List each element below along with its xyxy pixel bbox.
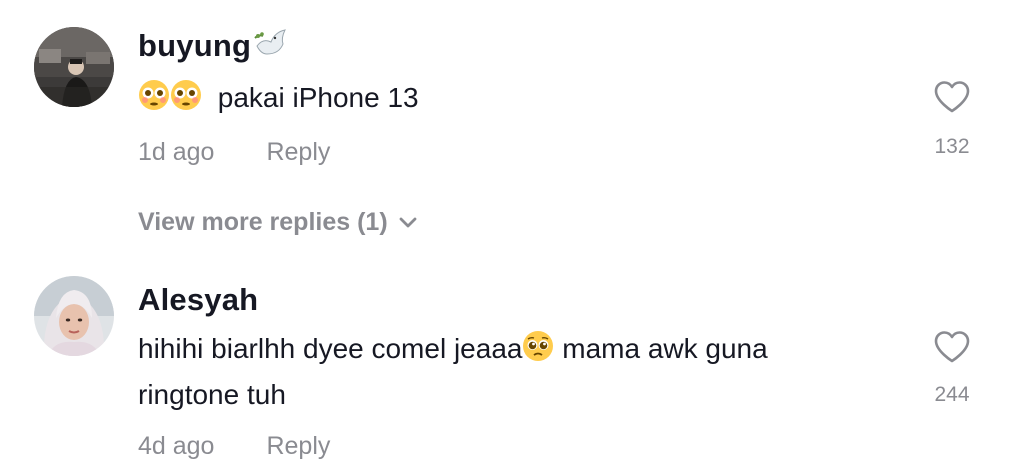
comment-line-1: hihihi biarlhh dyee comel jeaaa mama awk… xyxy=(138,328,898,374)
heart-icon[interactable] xyxy=(912,330,992,369)
view-more-replies-label: View more replies (1) xyxy=(138,208,388,236)
comment-meta: 1d ago Reply xyxy=(138,138,330,167)
avatar[interactable] xyxy=(34,27,114,107)
like-count: 244 xyxy=(934,383,970,406)
chevron-down-icon xyxy=(388,208,418,236)
comment-body-part-1: hihihi biarlhh dyee comel jeaaa xyxy=(138,333,523,364)
view-more-replies-button[interactable]: View more replies (1) xyxy=(138,208,418,237)
like-group: 132 xyxy=(912,80,992,159)
flushed-face-emoji xyxy=(138,79,204,123)
comment-body-part-2: mama awk guna xyxy=(554,333,768,364)
timestamp: 1d ago xyxy=(138,138,215,166)
username-text: buyung xyxy=(138,28,252,64)
username[interactable]: Alesyah xyxy=(138,282,258,318)
reply-button[interactable]: Reply xyxy=(266,432,330,460)
like-count: 132 xyxy=(934,135,970,158)
heart-icon[interactable] xyxy=(912,80,992,119)
comment-text: hihihi biarlhh dyee comel jeaaa mama awk… xyxy=(138,328,898,416)
avatar[interactable] xyxy=(34,276,114,356)
reply-button[interactable]: Reply xyxy=(266,138,330,166)
pleading-face-emoji xyxy=(522,330,554,374)
dove-icon xyxy=(253,28,289,68)
like-group: 244 xyxy=(912,330,992,407)
timestamp: 4d ago xyxy=(138,432,215,460)
comment-line-2: ringtone tuh xyxy=(138,379,286,410)
comment-meta: 4d ago Reply xyxy=(138,432,330,461)
username[interactable]: buyung xyxy=(138,28,289,68)
comment-text: pakai iPhone 13 xyxy=(138,77,419,123)
comment-body: pakai iPhone 13 xyxy=(217,82,419,113)
